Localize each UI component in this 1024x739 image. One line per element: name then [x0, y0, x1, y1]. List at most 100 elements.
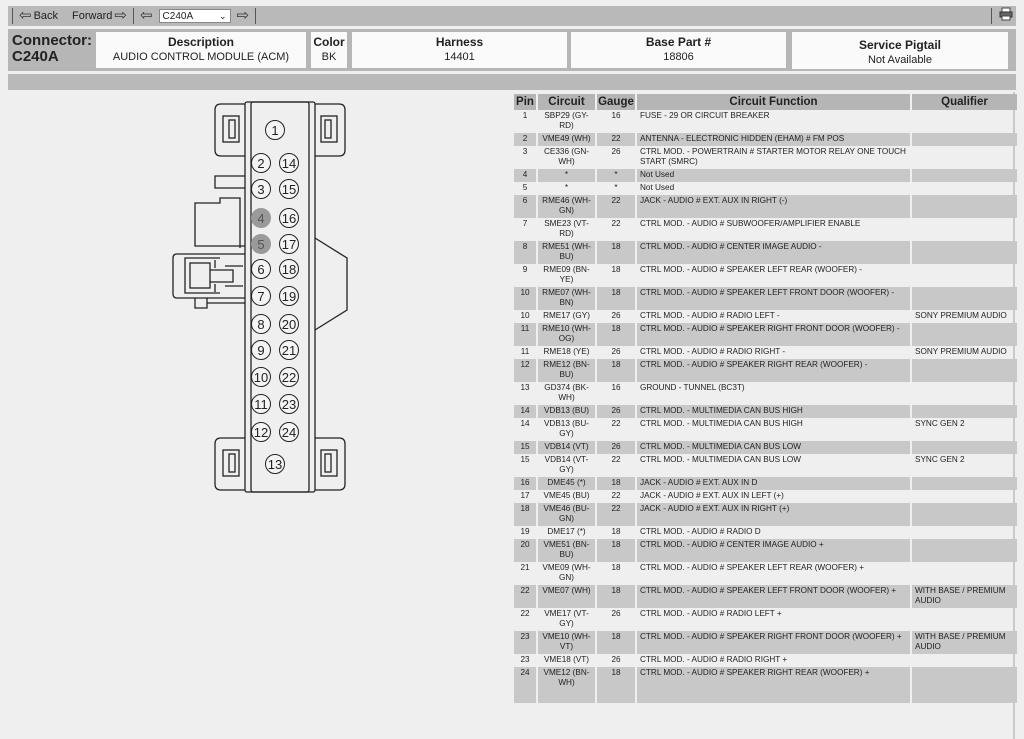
gauge-cell: 18	[611, 563, 621, 572]
circuit-cell: CE336 (GN-WH)	[543, 147, 590, 166]
circuit-function-cell: Not Used	[640, 183, 675, 192]
qualifier-cell	[912, 654, 1017, 667]
qualifier-cell	[912, 169, 1017, 182]
table-row: 9 RME09 (BN-YE) 18 CTRL MOD. - AUDIO # SPEA…	[514, 264, 1017, 287]
column-header-gauge[interactable]: Gauge	[597, 94, 635, 110]
circuit-function-cell: JACK - AUDIO # EXT. AUX IN LEFT (+)	[640, 491, 784, 500]
connector-pin[interactable]: 6	[251, 259, 271, 279]
qualifier-cell	[912, 503, 1017, 526]
connector-select[interactable]: C240A ⌄	[158, 9, 231, 23]
column-header-circuit[interactable]: Circuit	[538, 94, 595, 110]
pin-cell: 22	[514, 585, 536, 608]
table-row: 23 VME10 (WH-VT) 18 CTRL MOD. - AUDIO # SPE…	[514, 631, 1017, 654]
next-connector-button[interactable]: ⇨	[235, 7, 252, 24]
qualifier-cell: SYNC GEN 2	[915, 455, 965, 464]
connector-pin[interactable]: 7	[251, 286, 271, 306]
circuit-cell: VDB13 (BU)	[538, 405, 595, 418]
gauge-cell: 18	[597, 585, 635, 608]
connector-pin[interactable]: 20	[279, 314, 299, 334]
gauge-cell: 26	[611, 311, 621, 320]
description-box: Description AUDIO CONTROL MODULE (ACM)	[96, 32, 306, 68]
qualifier-cell	[912, 405, 1017, 418]
pin-cell: 11	[520, 347, 530, 356]
circuit-function-cell: CTRL MOD. - AUDIO # SPEAKER RIGHT FRONT …	[637, 631, 910, 654]
connector-id: C240A	[12, 48, 59, 65]
column-header-circuit-function[interactable]: Circuit Function	[637, 94, 910, 110]
pin-cell: 11	[514, 323, 536, 346]
column-header-qualifier[interactable]: Qualifier	[912, 94, 1017, 110]
connector-pin[interactable]: 13	[265, 454, 285, 474]
connector-pin[interactable]: 24	[279, 422, 299, 442]
connector-pin[interactable]: 11	[251, 394, 271, 414]
circuit-function-cell: Not Used	[637, 169, 910, 182]
pin-cell: 23	[520, 655, 530, 664]
table-row: 2 VME49 (WH) 22 ANTENNA - ELECTRONIC HIDDEN…	[514, 133, 1017, 146]
qualifier-cell	[912, 323, 1017, 346]
table-row: 18 VME46 (BU-GN) 22 JACK - AUDIO # EXT. AUX…	[514, 503, 1017, 526]
pin-cell: 2	[514, 133, 536, 146]
qualifier-cell	[912, 218, 1017, 241]
table-row: 11 RME18 (YE) 26 CTRL MOD. - AUDIO # RADIO …	[514, 346, 1017, 359]
pin-cell	[514, 690, 536, 703]
circuit-cell: RME10 (WH-OG)	[538, 323, 595, 346]
table-row: 15 VDB14 (VT-GY) 22 CTRL MOD. - MULTIMEDIA …	[514, 454, 1017, 477]
connector-pin[interactable]: 22	[279, 367, 299, 387]
connector-pin[interactable]: 2	[251, 153, 271, 173]
circuit-cell: VME09 (WH-GN)	[542, 563, 591, 582]
circuit-function-cell: CTRL MOD. - AUDIO # RADIO RIGHT +	[640, 655, 788, 664]
qualifier-cell: WITH BASE / PREMIUM AUDIO	[912, 631, 1017, 654]
column-header-pin[interactable]: Pin	[514, 94, 536, 110]
circuit-function-cell: CTRL MOD. - AUDIO # SPEAKER LEFT REAR (W…	[640, 563, 865, 572]
forward-button[interactable]: Forward ⇨	[70, 7, 129, 24]
circuit-cell: RME12 (BN-BU)	[538, 359, 595, 382]
connector-pin[interactable]: 19	[279, 286, 299, 306]
pin-cell: 24	[514, 667, 536, 690]
qualifier-cell	[912, 490, 1017, 503]
qualifier-cell	[912, 133, 1017, 146]
circuit-function-cell: CTRL MOD. - MULTIMEDIA CAN BUS LOW	[640, 455, 802, 464]
harness-header: Harness	[435, 35, 484, 49]
connector-pin[interactable]: 1	[265, 120, 285, 140]
connector-pin[interactable]: 14	[279, 153, 299, 173]
pin-cell: 17	[520, 491, 530, 500]
service-pigtail-box: Service Pigtail Not Available	[792, 32, 1008, 69]
gauge-cell: 22	[597, 195, 635, 218]
qualifier-cell	[912, 562, 1017, 585]
previous-connector-button[interactable]: ⇦	[138, 8, 155, 23]
connector-pin[interactable]: 23	[279, 394, 299, 414]
table-row: 24 VME12 (BN-WH) 18 CTRL MOD. - AUDIO # SPE…	[514, 667, 1017, 690]
connector-pin[interactable]: 9	[251, 340, 271, 360]
pin-cell: 12	[514, 359, 536, 382]
qualifier-cell	[912, 359, 1017, 382]
arrow-right-icon: ⇨	[236, 7, 250, 24]
print-button[interactable]	[999, 7, 1013, 24]
connector-pin[interactable]: 16	[279, 208, 299, 228]
connector-pin[interactable]: 4	[251, 208, 271, 228]
circuit-function-cell: CTRL MOD. - AUDIO # RADIO RIGHT -	[640, 347, 786, 356]
connector-pin[interactable]: 15	[279, 179, 299, 199]
back-button[interactable]: ⇦ Back	[17, 7, 60, 24]
connector-pin[interactable]: 8	[251, 314, 271, 334]
table-row: 8 RME51 (WH-BU) 18 CTRL MOD. - AUDIO # CENT…	[514, 241, 1017, 264]
circuit-cell: RME51 (WH-BU)	[538, 241, 595, 264]
table-row	[514, 690, 1017, 703]
connector-pin[interactable]: 5	[251, 234, 271, 254]
arrow-left-icon: ⇦	[19, 7, 32, 24]
circuit-function-cell: GROUND - TUNNEL (BC3T)	[640, 383, 745, 392]
circuit-function-cell: JACK - AUDIO # EXT. AUX IN RIGHT (+)	[637, 503, 910, 526]
connector-pin[interactable]: 10	[251, 367, 271, 387]
connector-pin[interactable]: 21	[279, 340, 299, 360]
connector-pin[interactable]: 18	[279, 259, 299, 279]
table-row: 13 GD374 (BK-WH) 16 GROUND - TUNNEL (BC3T)	[514, 382, 1017, 405]
connector-pin[interactable]: 12	[251, 422, 271, 442]
service-pigtail-header: Service Pigtail	[858, 38, 942, 52]
connector-pin[interactable]: 17	[279, 234, 299, 254]
printer-icon	[999, 7, 1013, 21]
gauge-cell: *	[597, 169, 635, 182]
circuit-function-cell: CTRL MOD. - AUDIO # SPEAKER LEFT REAR (W…	[640, 265, 862, 274]
circuit-cell: SME23 (VT-RD)	[544, 219, 589, 238]
color-value: BK	[321, 51, 337, 63]
section-divider-bar	[8, 74, 1016, 90]
arrow-right-icon: ⇨	[114, 7, 127, 24]
connector-pin[interactable]: 3	[251, 179, 271, 199]
